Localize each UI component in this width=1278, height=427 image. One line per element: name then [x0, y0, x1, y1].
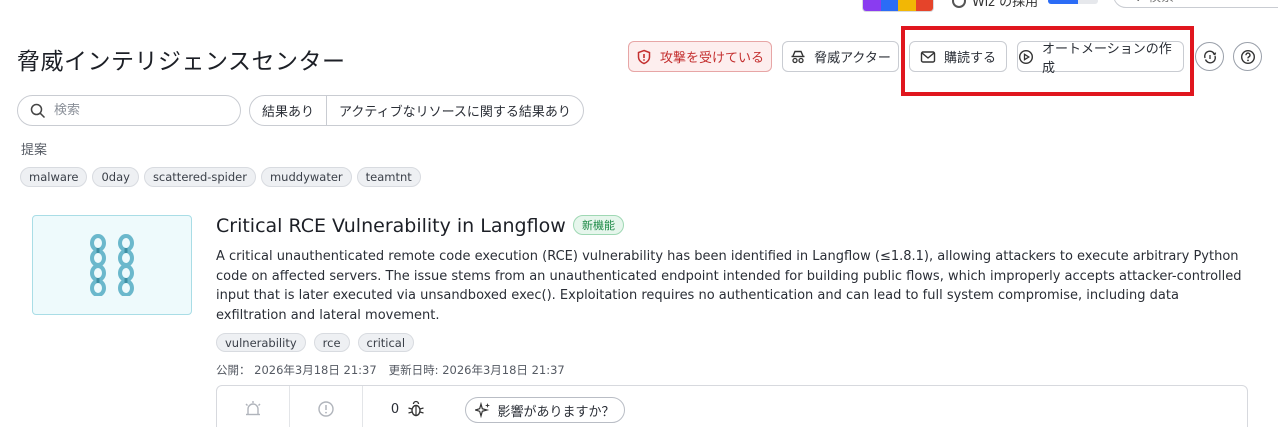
- sync-button[interactable]: [1195, 42, 1224, 71]
- card-tag[interactable]: rce: [313, 333, 350, 352]
- filter-active-resources[interactable]: アクティブなリソースに関する結果あり: [326, 96, 583, 125]
- create-automation-label: オートメーションの作成: [1042, 41, 1172, 76]
- card-title[interactable]: Critical RCE Vulnerability in Langflow: [216, 215, 566, 237]
- card-thumbnail[interactable]: [32, 215, 192, 315]
- subscribe-label: 購読する: [943, 51, 996, 66]
- card-tag[interactable]: critical: [357, 333, 415, 352]
- card-description: A critical unauthenticated remote code e…: [216, 249, 1242, 324]
- chain-link-icon: [90, 234, 134, 296]
- suggestion-tag[interactable]: scattered-spider: [143, 167, 256, 187]
- sparkle-icon: [475, 402, 491, 418]
- search-input[interactable]: [54, 103, 214, 118]
- mail-icon: [920, 50, 936, 63]
- suggestion-tag[interactable]: malware: [20, 167, 88, 187]
- wiz-adoption-progress: [1048, 0, 1099, 4]
- impact-check-button[interactable]: 影響がありますか？: [465, 397, 625, 423]
- cloud-sync-icon: [1203, 50, 1216, 63]
- search-icon: [1137, 0, 1140, 2]
- threat-actors-button[interactable]: 脅威アクター: [782, 41, 899, 72]
- page-title: 脅威インテリジェンスセンター: [17, 49, 346, 75]
- suggestion-tag[interactable]: muddywater: [260, 167, 352, 187]
- card-footer: 0 影響がありますか？: [216, 385, 1248, 427]
- bug-count: 0: [390, 401, 400, 417]
- create-automation-button[interactable]: オートメーションの作成: [1017, 41, 1184, 76]
- suggestion-tag[interactable]: 0day: [92, 167, 139, 187]
- help-icon: [1240, 49, 1255, 64]
- logo-segment: [880, 0, 898, 11]
- subscribe-button[interactable]: 購読する: [909, 41, 1007, 72]
- updated-date: 更新日時: 2026年3月18日 21:37: [388, 363, 565, 377]
- wiz-adoption[interactable]: Wiz の採用: [952, 0, 1099, 10]
- under-attack-button[interactable]: 攻撃を受けている: [628, 41, 772, 72]
- wiz-adoption-label: Wiz の採用: [972, 0, 1039, 10]
- logo-segment: [863, 0, 881, 11]
- suggestion-tag[interactable]: teamtnt: [356, 167, 421, 187]
- suggestions-label: 提案: [21, 143, 48, 158]
- threat-actors-label: 脅威アクター: [814, 51, 891, 66]
- published-date: 公開： 2026年3月18日 21:37: [216, 363, 377, 377]
- bug-count-cell[interactable]: 0: [363, 386, 453, 427]
- global-search-placeholder: 検索: [1148, 0, 1174, 5]
- suggestion-tags: malware 0day scattered-spider muddywater…: [20, 167, 421, 187]
- under-attack-label: 攻撃を受けている: [659, 51, 764, 66]
- impact-check-label: 影響がありますか？: [497, 404, 615, 420]
- alert-cell[interactable]: [290, 386, 363, 427]
- alarm-icon: [245, 401, 261, 416]
- shield-alert-icon: [637, 49, 651, 64]
- alarm-cell[interactable]: [217, 386, 290, 427]
- help-button[interactable]: [1233, 42, 1262, 71]
- logo-segment: [915, 0, 933, 11]
- brand-logo[interactable]: [862, 0, 934, 12]
- play-circle-icon: [1018, 49, 1034, 64]
- card-dates: 公開： 2026年3月18日 21:37 更新日時: 2026年3月18日 21…: [216, 362, 565, 378]
- search-field[interactable]: [17, 95, 241, 126]
- search-icon: [30, 103, 46, 118]
- top-bar: Wiz の採用 検索: [0, 0, 1278, 12]
- spy-icon: [791, 50, 805, 63]
- card-tags: vulnerability rce critical: [216, 333, 415, 352]
- bug-icon: [408, 400, 424, 417]
- global-search[interactable]: 検索: [1113, 0, 1278, 8]
- filter-has-results[interactable]: 結果あり: [250, 96, 326, 125]
- card-tag[interactable]: vulnerability: [216, 333, 306, 352]
- alert-circle-icon: [318, 401, 334, 417]
- target-icon: [952, 0, 966, 8]
- result-filter-group: 結果あり アクティブなリソースに関する結果あり: [249, 95, 584, 126]
- new-badge: 新機能: [573, 215, 624, 235]
- logo-segment: [898, 0, 916, 11]
